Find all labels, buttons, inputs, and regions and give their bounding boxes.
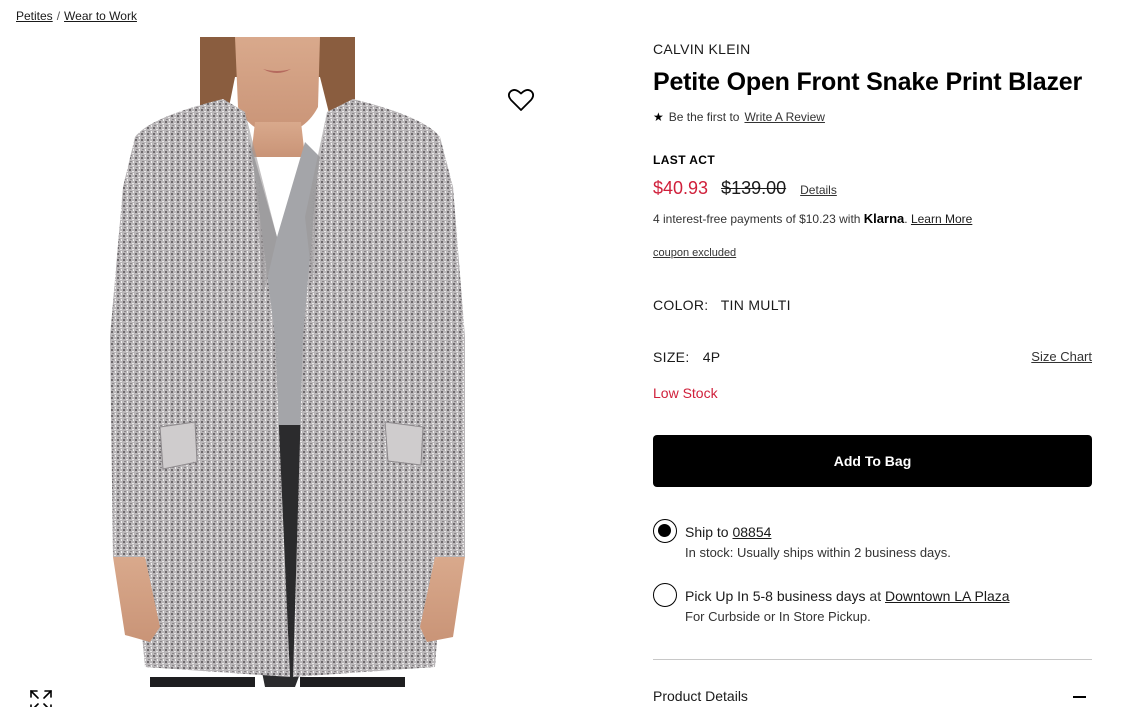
ship-label-row: Ship to 08854 xyxy=(685,524,771,540)
pickup-store-link[interactable]: Downtown LA Plaza xyxy=(885,588,1010,604)
heart-icon xyxy=(507,89,535,111)
product-image[interactable] xyxy=(105,37,470,687)
review-prompt: Be the first to xyxy=(668,110,740,124)
color-value: TIN MULTI xyxy=(720,297,791,313)
pickup-note: For Curbside or In Store Pickup. xyxy=(685,609,871,624)
price-details-link[interactable]: Details xyxy=(800,183,837,197)
divider xyxy=(653,659,1092,660)
breadcrumb-petites[interactable]: Petites xyxy=(16,9,53,23)
promo-tag: LAST ACT xyxy=(653,153,716,167)
star-icon: ★ xyxy=(653,110,664,124)
pickup-label: Pick Up In 5-8 business days xyxy=(685,588,866,604)
size-chart-link[interactable]: Size Chart xyxy=(1031,349,1092,364)
sale-price: $40.93 xyxy=(653,178,709,198)
brand-name[interactable]: CALVIN KLEIN xyxy=(653,41,751,57)
color-selector: COLOR: TIN MULTI xyxy=(653,297,791,313)
klarna-payments: 4 interest-free payments of $10.23 with … xyxy=(653,211,972,226)
breadcrumb-wear-to-work[interactable]: Wear to Work xyxy=(64,9,137,23)
klarna-logo: Klarna xyxy=(863,211,905,226)
pickup-label-row: Pick Up In 5-8 business days at Downtown… xyxy=(685,588,1010,604)
minus-icon[interactable] xyxy=(1073,696,1086,698)
klarna-dot: . xyxy=(904,212,908,226)
favorite-button[interactable] xyxy=(507,87,535,113)
expand-image-button[interactable] xyxy=(29,689,53,707)
price-row: $40.93 $139.00 Details xyxy=(653,178,837,199)
pickup-at: at xyxy=(869,588,882,604)
expand-icon xyxy=(30,690,52,707)
size-value: 4P xyxy=(702,349,721,365)
klarna-learn-more-link[interactable]: Learn More xyxy=(911,212,972,226)
product-title: Petite Open Front Snake Print Blazer xyxy=(653,68,1083,96)
product-image-gallery xyxy=(0,37,560,707)
ship-label: Ship to xyxy=(685,524,729,540)
product-details-accordion[interactable]: Product Details xyxy=(653,688,1092,704)
size-selector: SIZE: 4P Size Chart xyxy=(653,349,1092,365)
ship-note: In stock: Usually ships within 2 busines… xyxy=(685,545,951,560)
product-details-label: Product Details xyxy=(653,688,748,704)
add-to-bag-button[interactable]: Add To Bag xyxy=(653,435,1092,487)
ship-zip-link[interactable]: 08854 xyxy=(732,524,771,540)
ship-radio[interactable] xyxy=(653,519,677,543)
stock-status: Low Stock xyxy=(653,385,718,401)
original-price: $139.00 xyxy=(721,178,787,198)
color-label: COLOR: xyxy=(653,297,709,313)
coupon-excluded-link[interactable]: coupon excluded xyxy=(653,247,736,259)
write-review-link[interactable]: Write A Review xyxy=(744,110,824,124)
size-label: SIZE: xyxy=(653,349,690,365)
klarna-text: 4 interest-free payments of $10.23 with xyxy=(653,212,861,226)
review-summary: ★ Be the first to Write A Review xyxy=(653,110,825,124)
breadcrumb: Petites / Wear to Work xyxy=(16,9,137,23)
pickup-radio[interactable] xyxy=(653,583,677,607)
breadcrumb-separator: / xyxy=(56,9,61,23)
